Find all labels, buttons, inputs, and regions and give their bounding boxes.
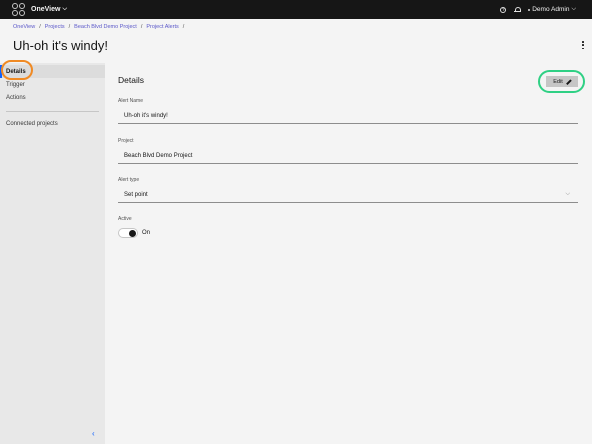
breadcrumb-separator: / <box>182 24 185 30</box>
active-field: Active <box>118 216 578 222</box>
notification-bell-icon[interactable] <box>514 6 522 13</box>
collapse-sidenav-chevron-icon[interactable]: ‹ <box>92 430 95 438</box>
side-nav: Details Trigger Actions Connected projec… <box>0 63 105 444</box>
breadcrumb-item-projects[interactable]: Projects <box>45 24 65 30</box>
project-label: Project <box>118 138 134 144</box>
breadcrumb-separator: / <box>140 24 143 30</box>
page-title: Uh-oh it's windy! <box>13 38 108 53</box>
project-value: Beach Blvd Demo Project <box>118 148 578 164</box>
alert-type-select[interactable]: Set point ⌵ <box>118 187 578 203</box>
project-field: Project Beach Blvd Demo Project <box>118 138 578 164</box>
sidenav-item-actions[interactable]: Actions <box>0 91 105 104</box>
breadcrumb-item-project-alerts[interactable]: Project Alerts <box>146 24 178 30</box>
orange-highlight-annotation <box>1 60 33 80</box>
active-toggle-row: On <box>118 228 150 238</box>
active-toggle[interactable] <box>118 228 138 238</box>
toggle-knob <box>129 230 136 237</box>
top-header-bar: OneView ⌵ ? Demo Admin ⌵ <box>0 0 592 19</box>
alert-name-value: Uh-oh it's windy! <box>118 108 578 124</box>
green-highlight-annotation <box>538 70 585 93</box>
sidenav-item-connected-projects[interactable]: Connected projects <box>0 117 105 130</box>
breadcrumb-separator: / <box>68 24 71 30</box>
alert-name-label: Alert Name <box>118 98 144 104</box>
alert-type-label: Alert type <box>118 177 140 183</box>
breadcrumb-item-oneview[interactable]: OneView <box>13 24 35 30</box>
breadcrumb: OneView / Projects / Beach Blvd Demo Pro… <box>13 24 184 30</box>
chevron-down-icon: ⌵ <box>565 191 570 197</box>
user-name: Demo Admin <box>532 6 570 13</box>
breadcrumb-separator: / <box>39 24 41 30</box>
overflow-menu-icon[interactable] <box>581 41 585 49</box>
alert-type-value: Set point <box>124 191 148 198</box>
breadcrumb-item-project[interactable]: Beach Blvd Demo Project <box>74 24 137 30</box>
app-name: OneView <box>31 6 61 13</box>
user-status-dot-icon <box>528 8 531 11</box>
active-toggle-state: On <box>142 230 151 236</box>
help-icon[interactable]: ? <box>500 6 507 13</box>
app-switcher[interactable]: OneView ⌵ <box>31 6 67 13</box>
nav-divider <box>6 111 99 112</box>
alert-name-field: Alert Name Uh-oh it's windy! <box>118 98 578 124</box>
section-title: Details <box>118 75 144 85</box>
active-label: Active <box>118 216 132 222</box>
details-panel: Details Edit Alert Name Uh-oh it's windy… <box>105 63 592 444</box>
chevron-down-icon: ⌵ <box>571 6 576 12</box>
alert-type-field: Alert type Set point ⌵ <box>118 177 578 203</box>
app-grid-logo-icon[interactable] <box>12 2 26 17</box>
user-menu[interactable]: Demo Admin ⌵ <box>528 6 576 13</box>
header-actions: ? Demo Admin ⌵ <box>500 0 576 19</box>
chevron-down-icon: ⌵ <box>62 6 68 12</box>
